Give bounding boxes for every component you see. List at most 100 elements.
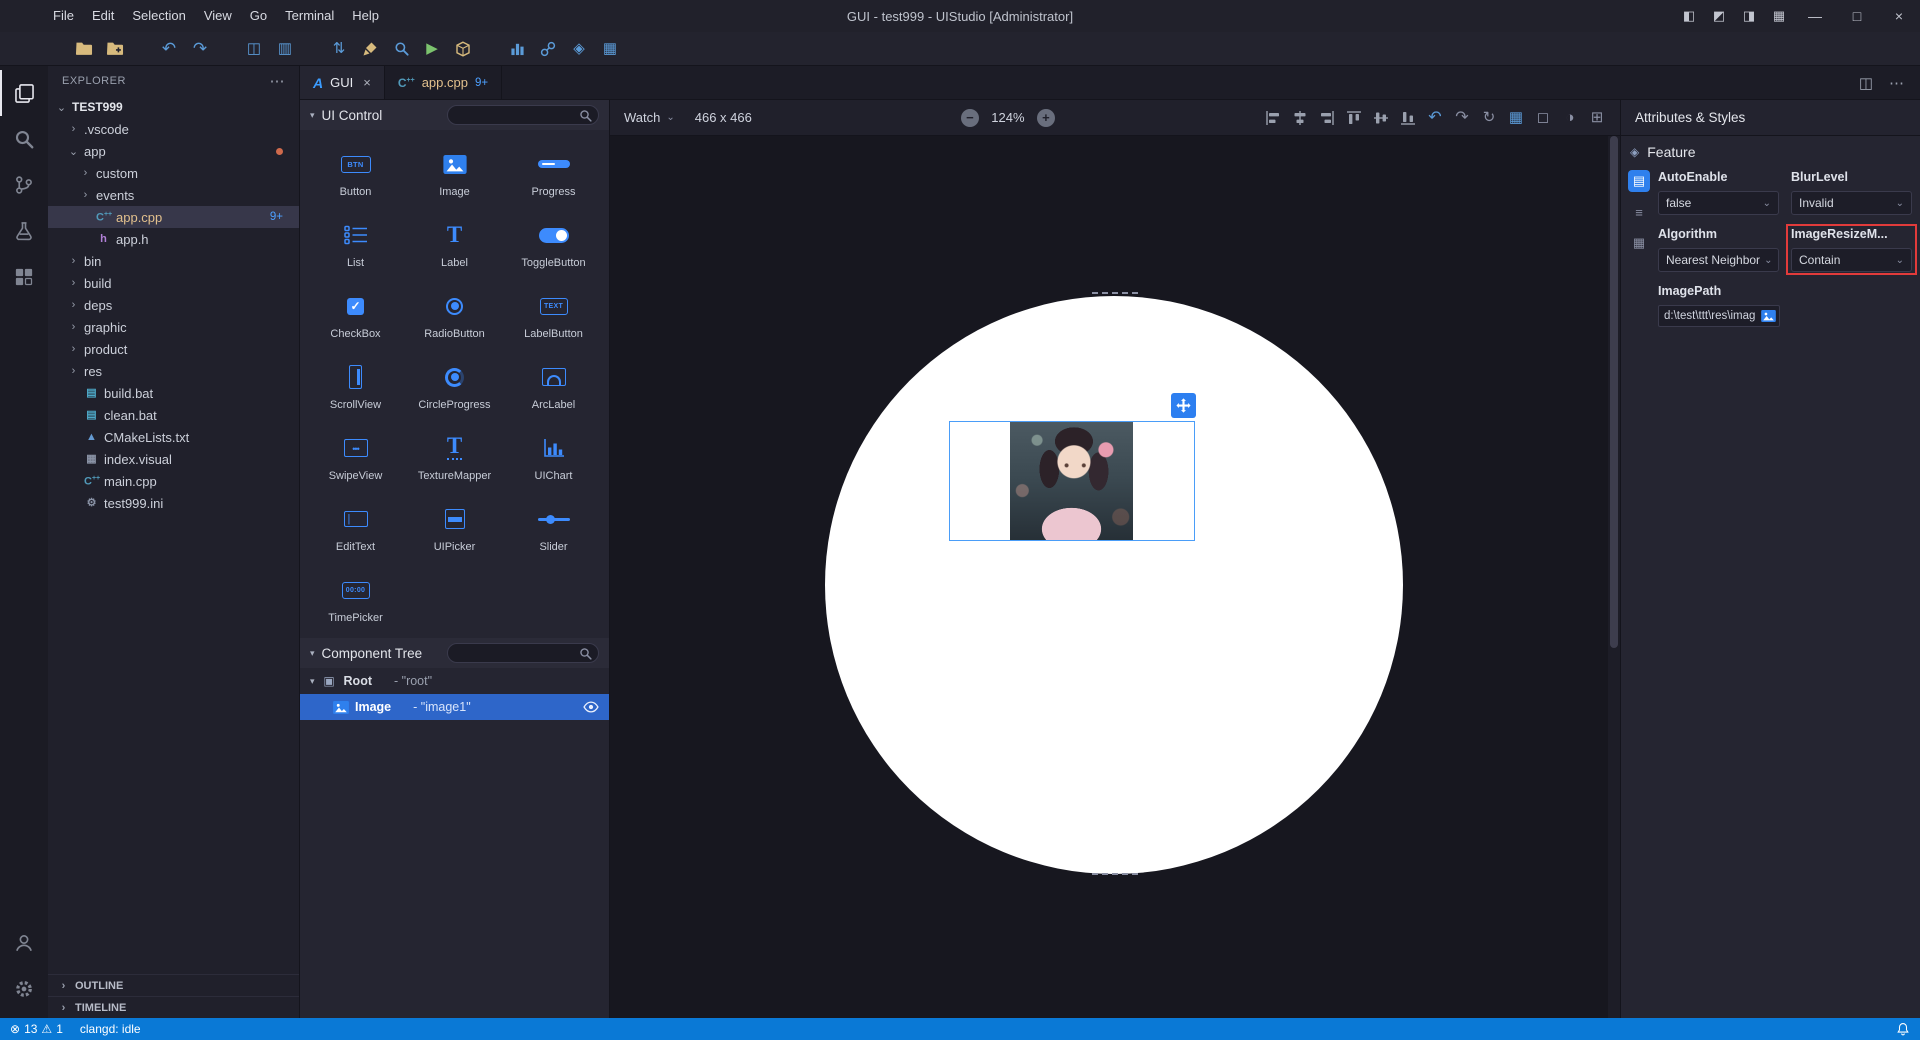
panel-right-icon[interactable]: ◨ <box>1734 0 1764 32</box>
zoom-out-icon[interactable]: − <box>961 109 979 127</box>
imageresizemode-select[interactable]: Contain⌄ <box>1791 248 1912 272</box>
device-select[interactable]: Watch ⌄ <box>624 110 675 125</box>
menu-help[interactable]: Help <box>343 0 388 32</box>
rotate-icon[interactable]: ↻ <box>1480 109 1498 127</box>
control-circleprogress[interactable]: CircleProgress <box>405 353 504 411</box>
menu-view[interactable]: View <box>195 0 241 32</box>
panel-bottom-icon[interactable]: ◩ <box>1704 0 1734 32</box>
redo-icon[interactable]: ↷ <box>1453 109 1471 127</box>
align-top-icon[interactable] <box>1345 109 1363 127</box>
snap-grid-icon[interactable]: ▦ <box>1507 109 1525 127</box>
control-progress[interactable]: Progress <box>504 140 603 198</box>
control-togglebutton[interactable]: ToggleButton <box>504 211 603 269</box>
collapse-triangle-icon[interactable]: ▾ <box>310 648 315 659</box>
explorer-item-build.bat[interactable]: ▤build.bat <box>48 382 299 404</box>
explorer-item-res[interactable]: ›res <box>48 360 299 382</box>
tab-app-cpp[interactable]: C++ app.cpp 9+ <box>385 66 502 99</box>
explorer-item-app.h[interactable]: happ.h <box>48 228 299 250</box>
extensions-icon[interactable] <box>0 254 48 300</box>
align-left-icon[interactable] <box>1264 109 1282 127</box>
outline-section[interactable]: ›OUTLINE <box>48 974 299 996</box>
explorer-item-custom[interactable]: ›custom <box>48 162 299 184</box>
control-button[interactable]: BTNButton <box>306 140 405 198</box>
settings-icon[interactable] <box>0 966 48 1012</box>
component-tree-search-input[interactable] <box>448 644 598 662</box>
new-folder-icon[interactable] <box>105 38 125 60</box>
component-image[interactable]: Image- "image1" <box>300 694 609 720</box>
explorer-item-build[interactable]: ›build <box>48 272 299 294</box>
algorithm-select[interactable]: Nearest Neighbor⌄ <box>1658 248 1779 272</box>
selection-outline[interactable] <box>949 421 1195 541</box>
component-tree-header[interactable]: ▾ Component Tree <box>300 638 609 668</box>
explorer-item-bin[interactable]: ›bin <box>48 250 299 272</box>
layout-icon[interactable]: ▦ <box>1764 0 1794 32</box>
split-editor-icon[interactable]: ◫ <box>244 38 264 60</box>
search-options-icon[interactable] <box>391 38 411 60</box>
explorer-item-product[interactable]: ›product <box>48 338 299 360</box>
explorer-item-cmakelists.txt[interactable]: ▲CMakeLists.txt <box>48 426 299 448</box>
control-scrollview[interactable]: ScrollView <box>306 353 405 411</box>
control-list[interactable]: List <box>306 211 405 269</box>
tab-gui[interactable]: A GUI × <box>300 66 385 99</box>
panel-left-icon[interactable]: ◧ <box>1674 0 1704 32</box>
menu-selection[interactable]: Selection <box>123 0 194 32</box>
sort-lines-icon[interactable]: ⇅ <box>329 38 349 60</box>
explorer-item-main.cpp[interactable]: C++main.cpp <box>48 470 299 492</box>
undo-icon[interactable]: ↶ <box>159 38 179 60</box>
collapse-triangle-icon[interactable]: ▾ <box>310 110 315 121</box>
blurlevel-select[interactable]: Invalid⌄ <box>1791 191 1912 215</box>
close-tab-icon[interactable]: × <box>363 75 371 90</box>
control-label[interactable]: TLabel <box>405 211 504 269</box>
scrollbar-thumb[interactable] <box>1610 136 1618 648</box>
explorer-item-clean.bat[interactable]: ▤clean.bat <box>48 404 299 426</box>
undo-icon[interactable]: ↶ <box>1426 109 1444 127</box>
deploy-package-icon[interactable] <box>453 38 473 60</box>
event-tab-icon[interactable]: ≡ <box>1628 201 1650 223</box>
control-uichart[interactable]: UIChart <box>504 424 603 482</box>
explorer-item-events[interactable]: ›events <box>48 184 299 206</box>
control-arclabel[interactable]: ArcLabel <box>504 353 603 411</box>
ui-control-header[interactable]: ▾ UI Control <box>300 100 609 130</box>
style-tab-icon[interactable]: ▦ <box>1628 232 1650 254</box>
link-objects-icon[interactable] <box>538 38 558 60</box>
contrast-icon[interactable]: ◑ <box>1561 109 1579 127</box>
notifications-bell-icon[interactable] <box>1896 1022 1910 1036</box>
explorer-item-app.cpp[interactable]: C++app.cpp9+ <box>48 206 299 228</box>
explorer-item-.vscode[interactable]: ›.vscode <box>48 118 299 140</box>
component-root[interactable]: ▾▣Root- "root" <box>300 668 609 694</box>
zoom-in-icon[interactable]: + <box>1037 109 1055 127</box>
canvas-viewport[interactable] <box>610 136 1620 1018</box>
format-brush-icon[interactable] <box>360 38 380 60</box>
files-icon[interactable] <box>0 70 48 116</box>
account-icon[interactable] <box>0 920 48 966</box>
move-handle-icon[interactable] <box>1171 393 1196 418</box>
collapse-triangle-icon[interactable]: ▾ <box>310 676 315 687</box>
autoenable-select[interactable]: false⌄ <box>1658 191 1779 215</box>
problems-indicator[interactable]: ⊗ 13 ⚠ 1 <box>10 1022 63 1036</box>
explorer-item-test999.ini[interactable]: ⚙test999.ini <box>48 492 299 514</box>
control-slider[interactable]: Slider <box>504 495 603 553</box>
explorer-item-graphic[interactable]: ›graphic <box>48 316 299 338</box>
menu-edit[interactable]: Edit <box>83 0 123 32</box>
timeline-section[interactable]: ›TIMELINE <box>48 996 299 1018</box>
pixel-grid-icon[interactable]: ⊞ <box>1588 109 1606 127</box>
select-box-icon[interactable]: ◻ <box>1534 109 1552 127</box>
menu-file[interactable]: File <box>44 0 83 32</box>
align-bottom-icon[interactable] <box>1399 109 1417 127</box>
tests-icon[interactable] <box>0 208 48 254</box>
explorer-item-app[interactable]: ⌄app <box>48 140 299 162</box>
control-timepicker[interactable]: 00:00TimePicker <box>306 566 405 624</box>
explorer-item-test999[interactable]: ⌄TEST999 <box>48 96 299 118</box>
control-uipicker[interactable]: UIPicker <box>405 495 504 553</box>
open-preview-icon[interactable]: ▥ <box>275 38 295 60</box>
run-icon[interactable]: ▶ <box>422 38 442 60</box>
search-icon[interactable] <box>0 116 48 162</box>
source-control-icon[interactable] <box>0 162 48 208</box>
open-folder-icon[interactable] <box>74 38 94 60</box>
dashboard-grid-icon[interactable]: ▦ <box>600 38 620 60</box>
split-editor-icon[interactable]: ◫ <box>1859 74 1873 92</box>
menu-go[interactable]: Go <box>241 0 276 32</box>
align-middle-icon[interactable] <box>1372 109 1390 127</box>
imagepath-field[interactable]: d:\test\ttt\res\imag <box>1658 305 1780 327</box>
close-icon[interactable]: × <box>1878 0 1920 32</box>
